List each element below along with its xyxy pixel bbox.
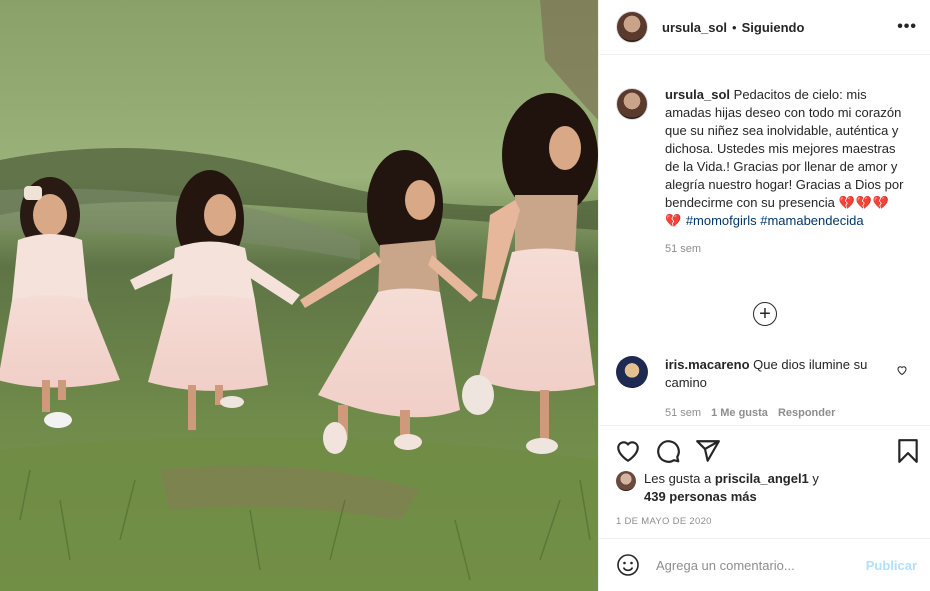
share-icon[interactable] [695, 438, 721, 464]
add-comment-bar: Publicar [599, 538, 930, 591]
comment-icon[interactable] [655, 438, 681, 464]
likes-connector: y [812, 471, 819, 486]
likes-others[interactable]: 439 personas más [644, 489, 757, 504]
reply-button[interactable]: Responder [778, 404, 835, 422]
comment-heart-icon[interactable] [896, 364, 908, 376]
post-header: ursula_sol • Siguiendo ••• [599, 0, 930, 55]
post-caption: ursula_sol Pedacitos de cielo: mis amada… [616, 86, 916, 258]
caption-text: Pedacitos de cielo: mis amadas hijas des… [665, 87, 904, 210]
instagram-post-view: ursula_sol • Siguiendo ••• ursula_sol Pe… [0, 0, 930, 591]
author-avatar[interactable] [616, 11, 648, 43]
post-photo[interactable] [0, 0, 598, 591]
follow-status-button[interactable]: Siguiendo [742, 20, 805, 35]
liker-username[interactable]: priscila_angel1 [715, 471, 809, 486]
post-date[interactable]: 1 DE MAYO DE 2020 [616, 516, 712, 527]
bookmark-icon[interactable] [895, 438, 921, 464]
more-options-icon[interactable]: ••• [897, 18, 917, 36]
emoji-icon[interactable] [616, 553, 640, 577]
caption-time[interactable]: 51 sem [665, 240, 905, 258]
separator-dot: • [732, 19, 737, 35]
caption-hashtags[interactable]: #momofgirls #mamabendecida [686, 213, 864, 228]
caption-username[interactable]: ursula_sol [665, 87, 730, 102]
heart-icon[interactable] [615, 438, 641, 464]
comment-body: iris.macareno Que dios ilumine su camino… [665, 356, 885, 422]
liker-avatar[interactable] [616, 471, 636, 491]
caption-author-avatar[interactable] [616, 88, 648, 120]
load-more-comments-button[interactable]: + [753, 302, 777, 326]
likes-text: Les gusta a priscila_angel1 y 439 person… [644, 470, 819, 506]
likes-prefix: Les gusta a [644, 471, 712, 486]
commenter-avatar[interactable] [616, 356, 648, 388]
comment-likes[interactable]: 1 Me gusta [711, 404, 768, 422]
plus-icon: + [759, 303, 771, 325]
likes-summary: Les gusta a priscila_angel1 y 439 person… [616, 470, 916, 506]
publish-button[interactable]: Publicar [866, 558, 917, 573]
author-username[interactable]: ursula_sol [662, 20, 727, 35]
comment-item: iris.macareno Que dios ilumine su camino… [616, 356, 916, 422]
action-bar [599, 425, 930, 475]
comments-section[interactable]: ursula_sol Pedacitos de cielo: mis amada… [599, 56, 930, 425]
post-details-panel: ursula_sol • Siguiendo ••• ursula_sol Pe… [598, 0, 930, 591]
comment-input[interactable] [656, 557, 846, 573]
comment-meta: 51 sem 1 Me gusta Responder [665, 404, 885, 422]
photo-four-girls-holding-hands [0, 0, 598, 591]
caption-body: ursula_sol Pedacitos de cielo: mis amada… [665, 86, 905, 258]
comment-time[interactable]: 51 sem [665, 404, 701, 422]
comment-username[interactable]: iris.macareno [665, 357, 750, 372]
